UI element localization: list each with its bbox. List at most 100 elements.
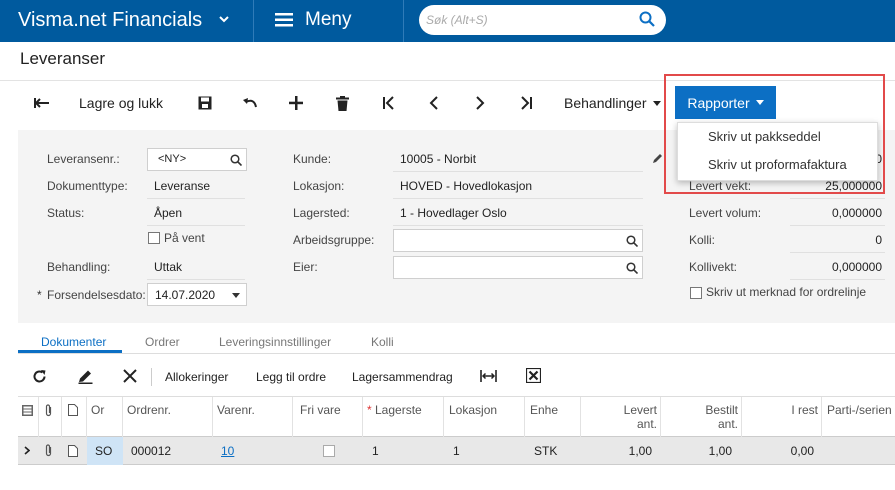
divider bbox=[790, 225, 885, 226]
cell-shipped-qty[interactable]: 1,00 bbox=[580, 444, 652, 458]
divider bbox=[86, 397, 87, 437]
add-icon[interactable] bbox=[287, 94, 305, 112]
caret-down-icon bbox=[652, 100, 661, 106]
package-weight-label: Kollivekt: bbox=[689, 260, 738, 274]
edit-pencil-icon[interactable] bbox=[652, 152, 664, 164]
caret-down-icon[interactable] bbox=[232, 293, 240, 298]
refresh-icon[interactable] bbox=[32, 369, 47, 384]
chevron-down-icon[interactable] bbox=[218, 13, 230, 28]
first-record-icon[interactable] bbox=[380, 94, 398, 112]
divider bbox=[253, 0, 254, 42]
ship-date-field[interactable]: 14.07.2020 bbox=[147, 283, 247, 306]
packages-value: 0 bbox=[875, 233, 882, 247]
page-title: Leveranser bbox=[20, 49, 106, 68]
cell-location[interactable]: 1 bbox=[453, 444, 460, 458]
inventory-summary-button[interactable]: Lagersammendrag bbox=[352, 370, 453, 384]
cell-open-qty[interactable]: 0,00 bbox=[741, 444, 814, 458]
close-icon[interactable] bbox=[123, 369, 137, 383]
warehouse-value: 1 - Hovedlager Oslo bbox=[400, 206, 507, 220]
actions-menu-button[interactable]: Behandlinger bbox=[564, 95, 661, 111]
workgroup-field[interactable] bbox=[393, 229, 643, 252]
print-note-checkbox[interactable] bbox=[690, 287, 702, 299]
search-icon[interactable] bbox=[230, 154, 242, 166]
search-icon[interactable] bbox=[626, 235, 638, 247]
search-icon[interactable] bbox=[639, 11, 655, 30]
tab-documents[interactable]: Dokumenter bbox=[41, 335, 106, 349]
cell-order-nr[interactable]: 000012 bbox=[131, 444, 171, 458]
divider bbox=[151, 368, 152, 386]
col-header-order-nr[interactable]: Ordrenr. bbox=[127, 403, 171, 417]
on-hold-label: På vent bbox=[164, 231, 205, 245]
search-input[interactable]: Søk (Alt+S) bbox=[419, 5, 666, 35]
menu-label: Meny bbox=[305, 9, 352, 30]
cell-warehouse[interactable]: 1 bbox=[372, 444, 379, 458]
delete-icon[interactable] bbox=[333, 94, 351, 112]
col-header-open-qty[interactable]: I rest bbox=[741, 403, 818, 417]
divider bbox=[790, 198, 885, 199]
divider bbox=[18, 353, 895, 354]
divider bbox=[393, 198, 643, 199]
workgroup-label: Arbeidsgruppe: bbox=[293, 233, 375, 247]
packages-label: Kolli: bbox=[689, 233, 716, 247]
columns-config-icon[interactable] bbox=[22, 405, 33, 416]
col-header-item-nr[interactable]: Varenr. bbox=[217, 403, 255, 417]
actions-label: Behandlinger bbox=[564, 95, 647, 111]
customer-value[interactable]: 10005 - Norbit bbox=[400, 152, 476, 166]
col-header-ordered-line2: ant. bbox=[717, 417, 738, 431]
cell-ordered-qty[interactable]: 1,00 bbox=[660, 444, 732, 458]
divider bbox=[524, 397, 525, 437]
col-header-shipped-line2: ant. bbox=[636, 417, 657, 431]
edit-icon[interactable] bbox=[78, 369, 93, 384]
search-icon[interactable] bbox=[626, 262, 638, 274]
col-header-warehouse[interactable]: Lagerste bbox=[375, 403, 422, 417]
add-order-button[interactable]: Legg til ordre bbox=[256, 370, 326, 384]
note-icon[interactable] bbox=[68, 445, 78, 457]
col-header-ordered-qty[interactable]: Bestilt ant. bbox=[660, 403, 738, 431]
last-record-icon[interactable] bbox=[517, 94, 535, 112]
next-record-icon[interactable] bbox=[471, 94, 489, 112]
volume-label: Levert volum: bbox=[689, 206, 762, 220]
cell-item-nr-link[interactable]: 10 bbox=[221, 444, 234, 458]
tab-shipping-settings[interactable]: Leveringsinnstillinger bbox=[219, 335, 331, 349]
divider bbox=[292, 397, 293, 437]
attachment-icon[interactable] bbox=[44, 444, 53, 457]
col-header-shipped-qty[interactable]: Levert ant. bbox=[580, 403, 657, 431]
free-item-checkbox[interactable] bbox=[323, 445, 335, 457]
doc-type-value: Leveranse bbox=[154, 179, 211, 193]
col-header-free-item[interactable]: Fri vare bbox=[300, 403, 341, 417]
col-header-uom[interactable]: Enhe bbox=[530, 403, 558, 417]
divider bbox=[38, 397, 39, 437]
cell-type[interactable]: SO bbox=[95, 444, 112, 458]
col-header-type[interactable]: Or bbox=[91, 403, 104, 417]
export-excel-icon[interactable] bbox=[526, 368, 541, 383]
col-header-location[interactable]: Lokasjon bbox=[449, 403, 497, 417]
col-header-lot-serial[interactable]: Parti-/serien bbox=[827, 403, 892, 417]
undo-icon[interactable] bbox=[241, 94, 259, 112]
shipment-nr-field[interactable]: <NY> bbox=[147, 148, 247, 171]
owner-field[interactable] bbox=[393, 256, 643, 279]
on-hold-checkbox[interactable] bbox=[148, 232, 160, 244]
divider bbox=[821, 397, 822, 437]
tab-orders[interactable]: Ordrer bbox=[145, 335, 180, 349]
divider bbox=[403, 0, 404, 42]
save-icon[interactable] bbox=[196, 94, 214, 112]
row-indicator-icon bbox=[24, 446, 30, 455]
divider bbox=[393, 225, 643, 226]
ship-date-value: 14.07.2020 bbox=[155, 288, 216, 302]
app-title[interactable]: Visma.net Financials bbox=[18, 9, 202, 32]
cell-uom[interactable]: STK bbox=[534, 444, 557, 458]
fit-columns-icon[interactable] bbox=[480, 369, 497, 383]
highlight-box bbox=[664, 74, 885, 194]
allocations-button[interactable]: Allokeringer bbox=[165, 370, 228, 384]
back-arrow-icon[interactable] bbox=[33, 94, 51, 112]
print-note-label: Skriv ut merknad for ordrelinje bbox=[706, 285, 867, 299]
divider bbox=[393, 171, 643, 172]
menu-button[interactable]: Meny bbox=[275, 9, 351, 31]
tab-packages[interactable]: Kolli bbox=[371, 335, 394, 349]
status-value: Åpen bbox=[154, 206, 183, 220]
save-close-button[interactable]: Lagre og lukk bbox=[79, 95, 163, 111]
previous-record-icon[interactable] bbox=[425, 94, 443, 112]
package-weight-value: 0,000000 bbox=[831, 260, 882, 274]
col-header-ordered-line1: Bestilt bbox=[705, 403, 738, 417]
divider bbox=[122, 397, 123, 437]
